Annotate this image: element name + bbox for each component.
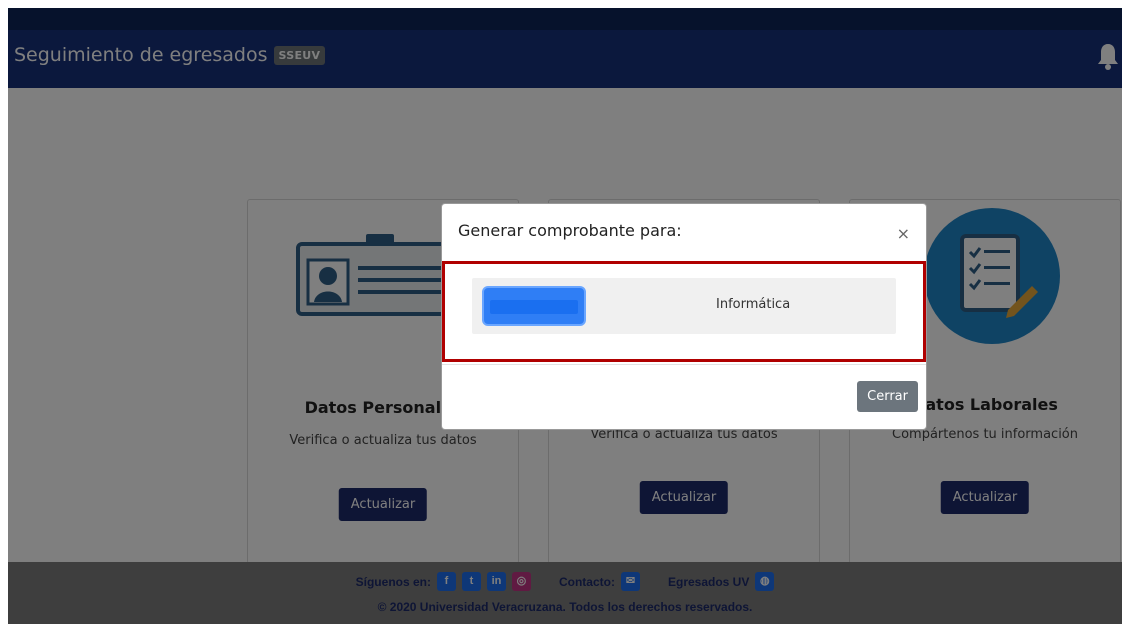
cerrar-button[interactable]: Cerrar	[857, 381, 918, 412]
generate-receipt-modal: Generar comprobante para: × Informática …	[441, 203, 927, 430]
highlight-box	[442, 261, 926, 362]
close-icon[interactable]: ×	[897, 224, 910, 243]
modal-footer-divider	[442, 364, 926, 365]
app-viewport: Seguimiento de egresados SSEUV Datos Per…	[8, 8, 1122, 624]
modal-title: Generar comprobante para:	[458, 221, 682, 240]
